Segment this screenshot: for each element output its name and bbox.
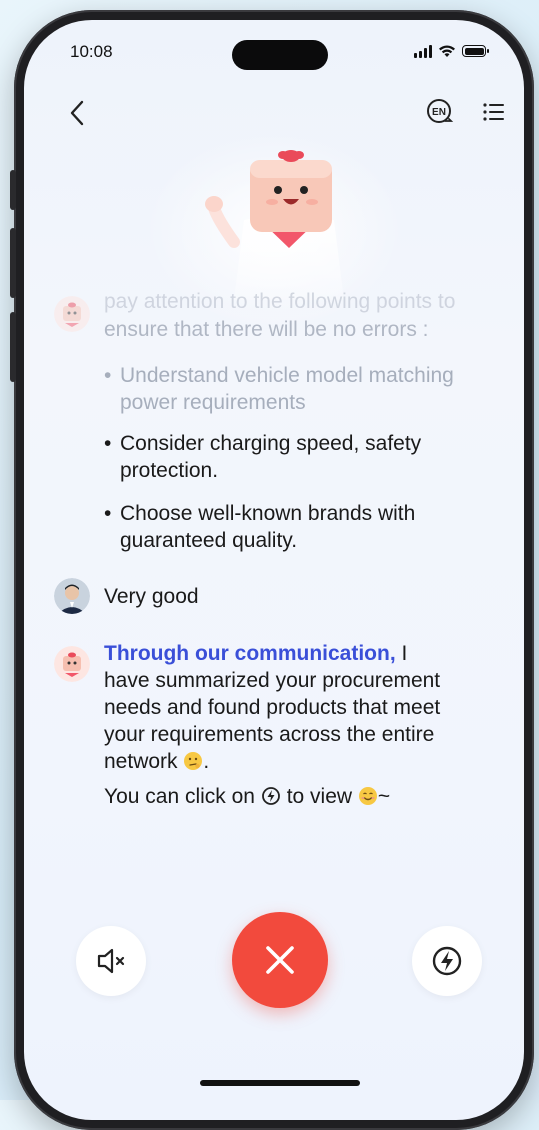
bullet-line: protection. [120,459,219,482]
app-screen: 10:08 EN pay attention to the following … [24,20,524,1120]
en-language-icon: EN [427,99,454,123]
bot-message-summary: Through our communication, I have summar… [104,640,504,810]
message-line: have summarized your procurement [104,669,441,692]
message-line: network [104,750,178,773]
close-icon [266,946,294,974]
message-text: . [203,750,210,773]
side-button [10,312,16,382]
message-line: needs and found products that meet [104,696,441,719]
battery-icon [462,45,489,57]
view-products-button[interactable] [412,926,482,996]
message-line: ensure that there will be no errors : [104,318,429,341]
user-message: Very good [104,585,199,608]
menu-button[interactable] [478,96,510,128]
side-button [10,170,16,210]
bullet-line: guaranteed quality. [120,529,298,552]
highlight-text: Through our communication, [104,642,396,665]
speaker-mute-icon [97,948,125,974]
mute-button[interactable] [76,926,146,996]
end-conversation-button[interactable] [232,912,328,1008]
bullet-line: power requirements [120,391,306,414]
status-icons [414,44,489,58]
svg-text:EN: EN [432,107,446,118]
bullet-line: Understand vehicle model matching [120,364,454,387]
message-text: ~ [377,785,391,808]
bullet-line: Choose well-known brands with [120,502,416,525]
lightning-inline-icon [261,787,280,805]
side-button [10,228,16,298]
message-text: You can click on [104,785,255,808]
language-button[interactable]: EN [424,96,456,128]
wifi-icon [439,45,455,57]
message-line: pay attention to the following points to [104,290,456,313]
bullet-item: • Understand vehicle model matching powe… [104,364,454,414]
bot-avatar [54,296,90,332]
smiling-emoji-icon [358,787,377,805]
signal-icon [414,44,432,58]
message-text: I [395,642,408,665]
bot-message-intro: pay attention to the following points to [104,288,455,315]
bot-message-intro-line2: ensure that there will be no errors : [104,316,429,343]
message-line: your requirements across the entire [104,723,435,746]
bullet-item: • Consider charging speed, safety protec… [104,432,422,482]
home-indicator [200,1080,360,1086]
message-text: to view [286,785,353,808]
back-button[interactable] [62,98,92,128]
lightning-icon [432,946,462,976]
dynamic-island [232,40,328,70]
status-time: 10:08 [70,42,113,61]
chevron-left-icon [70,100,84,126]
bot-avatar [54,646,90,682]
list-menu-icon [483,103,504,121]
bullet-line: Consider charging speed, safety [120,432,422,455]
thinking-emoji-icon [184,752,203,770]
user-avatar [54,578,90,614]
bullet-item: • Choose well-known brands with guarante… [104,502,416,552]
